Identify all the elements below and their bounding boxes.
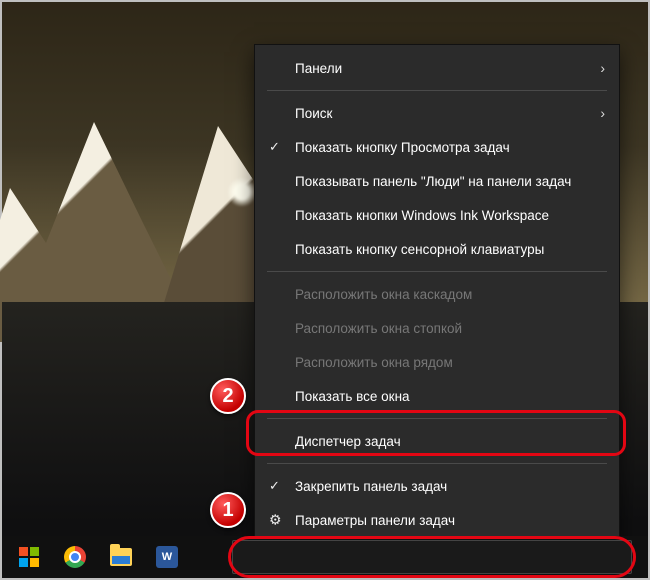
word-icon: W bbox=[156, 546, 178, 568]
menu-item-show-taskview[interactable]: ✓ Показать кнопку Просмотра задач bbox=[255, 130, 619, 164]
check-icon: ✓ bbox=[269, 139, 280, 155]
menu-separator bbox=[267, 90, 607, 91]
windows-logo-icon bbox=[19, 547, 39, 567]
menu-separator bbox=[267, 463, 607, 464]
menu-item-label: Показать кнопки Windows Ink Workspace bbox=[295, 208, 549, 223]
screenshot-frame: Панели › Поиск › ✓ Показать кнопку Просм… bbox=[0, 0, 650, 580]
taskbar[interactable]: W bbox=[2, 536, 648, 578]
menu-item-label: Параметры панели задач bbox=[295, 513, 455, 528]
menu-item-label: Показывать панель "Люди" на панели задач bbox=[295, 174, 571, 189]
wallpaper-sun bbox=[227, 177, 257, 207]
file-explorer-icon bbox=[110, 548, 132, 566]
taskbar-app-chrome[interactable] bbox=[54, 540, 96, 574]
badge-number: 1 bbox=[222, 499, 233, 522]
chevron-right-icon: › bbox=[600, 60, 605, 76]
menu-item-lock-taskbar[interactable]: ✓ Закрепить панель задач bbox=[255, 469, 619, 503]
menu-item-label: Показать кнопку сенсорной клавиатуры bbox=[295, 242, 544, 257]
menu-item-task-manager[interactable]: Диспетчер задач bbox=[255, 424, 619, 458]
taskbar-search-box[interactable] bbox=[232, 540, 632, 574]
taskbar-app-word[interactable]: W bbox=[146, 540, 188, 574]
menu-item-show-people[interactable]: Показывать панель "Люди" на панели задач bbox=[255, 164, 619, 198]
menu-item-sidebyside: Расположить окна рядом bbox=[255, 345, 619, 379]
menu-item-show-touch-keyboard[interactable]: Показать кнопку сенсорной клавиатуры bbox=[255, 232, 619, 266]
annotation-badge-2: 2 bbox=[210, 378, 246, 414]
taskbar-context-menu: Панели › Поиск › ✓ Показать кнопку Просм… bbox=[254, 44, 620, 544]
gear-icon: ⚙ bbox=[269, 512, 282, 529]
menu-item-cascade: Расположить окна каскадом bbox=[255, 277, 619, 311]
check-icon: ✓ bbox=[269, 478, 280, 494]
menu-item-label: Поиск bbox=[295, 106, 332, 121]
chrome-icon bbox=[64, 546, 86, 568]
menu-item-label: Закрепить панель задач bbox=[295, 479, 447, 494]
menu-item-show-all-windows[interactable]: Показать все окна bbox=[255, 379, 619, 413]
menu-item-label: Показать все окна bbox=[295, 389, 410, 404]
menu-item-show-ink[interactable]: Показать кнопки Windows Ink Workspace bbox=[255, 198, 619, 232]
menu-item-label: Панели bbox=[295, 61, 342, 76]
menu-item-search[interactable]: Поиск › bbox=[255, 96, 619, 130]
menu-item-label: Показать кнопку Просмотра задач bbox=[295, 140, 510, 155]
taskbar-app-explorer[interactable] bbox=[100, 540, 142, 574]
chevron-right-icon: › bbox=[600, 105, 605, 121]
menu-item-label: Расположить окна рядом bbox=[295, 355, 453, 370]
menu-item-toolbars[interactable]: Панели › bbox=[255, 51, 619, 85]
menu-separator bbox=[267, 418, 607, 419]
badge-number: 2 bbox=[222, 385, 233, 408]
menu-item-label: Диспетчер задач bbox=[295, 434, 401, 449]
menu-item-taskbar-settings[interactable]: ⚙ Параметры панели задач bbox=[255, 503, 619, 537]
start-button[interactable] bbox=[8, 540, 50, 574]
annotation-badge-1: 1 bbox=[210, 492, 246, 528]
menu-separator bbox=[267, 271, 607, 272]
menu-item-label: Расположить окна стопкой bbox=[295, 321, 462, 336]
menu-item-label: Расположить окна каскадом bbox=[295, 287, 472, 302]
menu-item-stacked: Расположить окна стопкой bbox=[255, 311, 619, 345]
